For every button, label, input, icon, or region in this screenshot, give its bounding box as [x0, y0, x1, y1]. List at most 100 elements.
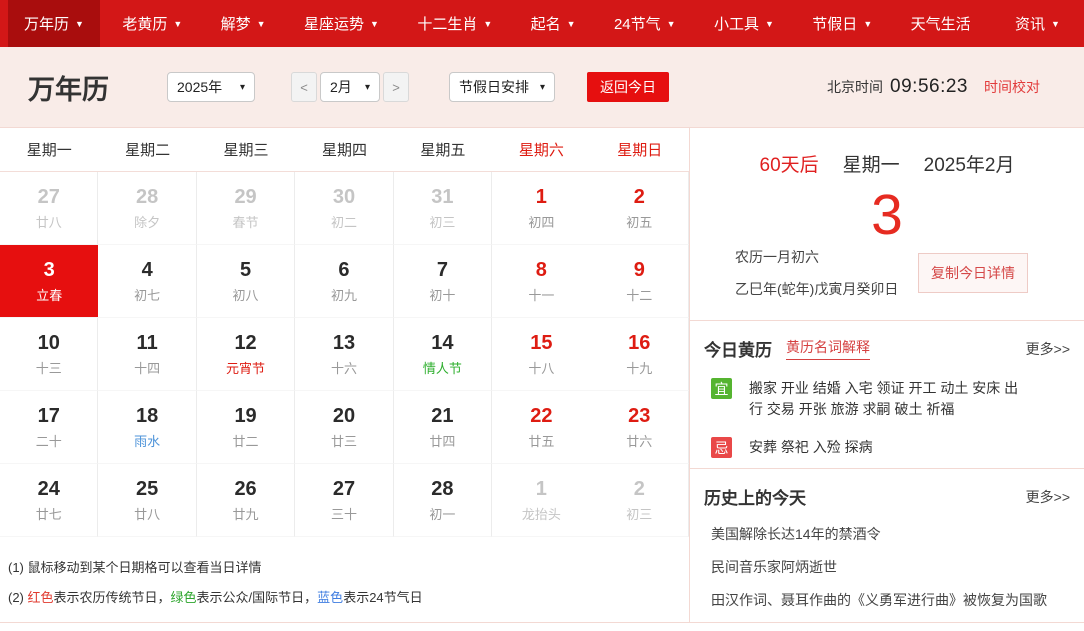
- time-calibrate-link[interactable]: 时间校对: [984, 77, 1040, 97]
- day-lunar-label: 初三: [429, 215, 456, 230]
- history-item[interactable]: 民间音乐家阿炳逝世: [704, 559, 1070, 575]
- history-item[interactable]: 美国解除长达14年的禁酒令: [704, 526, 1070, 542]
- day-lunar-label: 初三: [626, 507, 653, 522]
- nav-item-label: 老黄历: [122, 16, 168, 33]
- calendar-day-cell[interactable]: 27 廿八: [0, 172, 99, 245]
- nav-item[interactable]: 十二生肖 ▼: [401, 0, 508, 47]
- weekday-label: 星期日: [617, 142, 663, 159]
- day-number: 22: [530, 405, 553, 427]
- calendar-day-cell[interactable]: 5 初八: [196, 245, 296, 318]
- day-lunar-label: 廿九: [232, 507, 259, 522]
- nav-item[interactable]: 资讯 ▼: [999, 0, 1076, 47]
- calendar-day-cell[interactable]: 1 初四: [492, 172, 591, 245]
- chevron-down-icon: ▼: [173, 19, 183, 29]
- note2-seg2: 表示公众/国际节日，: [196, 590, 318, 605]
- day-number: 28: [136, 186, 159, 208]
- day-lunar-label: 廿七: [35, 507, 62, 522]
- calendar-day-cell[interactable]: 29 春节: [196, 172, 296, 245]
- day-lunar-label: 十九: [626, 361, 653, 376]
- day-number: 21: [431, 405, 454, 427]
- calendar-day-cell[interactable]: 25 廿八: [98, 464, 197, 537]
- calendar-day-cell[interactable]: 22 廿五: [492, 391, 591, 464]
- history-item[interactable]: 田汉作词、聂耳作曲的《义勇军进行曲》被恢复为国歌: [704, 592, 1070, 608]
- calendar-notes: (1) 鼠标移动到某个日期格可以查看当日详情 (2) 红色表示农历传统节日，绿色…: [0, 537, 689, 607]
- calendar-day-cell[interactable]: 23 廿六: [590, 391, 689, 464]
- back-to-today-button[interactable]: 返回今日: [587, 72, 669, 102]
- yi-badge: 宜: [711, 378, 732, 399]
- calendar-day-cell[interactable]: 2 初五: [590, 172, 689, 245]
- calendar-day-cell[interactable]: 30 初二: [295, 172, 394, 245]
- calendar-day-cell[interactable]: 17 二十: [0, 391, 99, 464]
- day-lunar-label: 除夕: [134, 215, 161, 230]
- calendar-day-cell[interactable]: 27 三十: [295, 464, 394, 537]
- yi-row: 宜 搬家 开业 结婚 入宅 领证 开工 动土 安床 出行 交易 开张 旅游 求嗣…: [704, 378, 1070, 420]
- month-select-value: 2月: [330, 79, 352, 95]
- calendar-day-cell[interactable]: 12 元宵节: [196, 318, 296, 391]
- calendar-day-cell[interactable]: 26 廿九: [196, 464, 296, 537]
- note-hover-hint: (1) 鼠标移动到某个日期格可以查看当日详情: [8, 560, 262, 575]
- day-lunar-label: 初五: [626, 215, 653, 230]
- calendar-day-cell[interactable]: 10 十三: [0, 318, 99, 391]
- calendar-day-cell[interactable]: 20 廿三: [295, 391, 394, 464]
- calendar-day-cell[interactable]: 3 立春: [0, 245, 99, 318]
- holiday-schedule-select[interactable]: 节假日安排 ▾: [449, 72, 555, 102]
- calendar-grid: 27 廿八 28 除夕 29 春节 30 初二 31 初三 1 初四 2 初五 …: [0, 172, 689, 537]
- huangli-more-link[interactable]: 更多>>: [1026, 339, 1070, 359]
- month-select[interactable]: 2月 ▾: [320, 72, 380, 102]
- select-caret-icon: ▾: [539, 81, 545, 93]
- calendar-day-cell[interactable]: 31 初三: [393, 172, 493, 245]
- huangli-glossary-link[interactable]: 黄历名词解释: [786, 337, 870, 360]
- day-lunar-label: 初九: [330, 288, 357, 303]
- nav-item[interactable]: 小工具 ▼: [698, 0, 790, 47]
- weekday-header-row: 星期一 星期二 星期三 星期四 星期五 星期六 星期日: [0, 128, 689, 172]
- nav-item-label: 资讯: [1015, 16, 1046, 33]
- calendar-day-cell[interactable]: 11 十四: [98, 318, 197, 391]
- copy-today-detail-button[interactable]: 复制今日详情: [918, 253, 1028, 293]
- nav-item[interactable]: 老黄历 ▼: [106, 0, 198, 47]
- calendar-day-cell[interactable]: 4 初七: [98, 245, 197, 318]
- calendar-toolbar: 万年历 2025年 ▾ < 2月 ▾ > 节假日安排 ▾ 返回今日 北京时间 0…: [0, 47, 1084, 128]
- calendar-day-cell[interactable]: 7 初十: [393, 245, 493, 318]
- calendar-day-cell[interactable]: 1 龙抬头: [492, 464, 591, 537]
- calendar-day-cell[interactable]: 15 十八: [492, 318, 591, 391]
- nav-item[interactable]: 起名 ▼: [515, 0, 592, 47]
- year-select[interactable]: 2025年 ▾: [167, 72, 255, 102]
- calendar-day-cell[interactable]: 2 初三: [590, 464, 689, 537]
- calendar-day-cell[interactable]: 28 初一: [393, 464, 493, 537]
- day-lunar-label: 十八: [528, 361, 555, 376]
- nav-item[interactable]: 万年历 ▼: [8, 0, 100, 47]
- calendar-day-cell[interactable]: 16 十九: [590, 318, 689, 391]
- prev-month-button[interactable]: <: [291, 72, 317, 102]
- day-number: 10: [37, 332, 60, 354]
- calendar-day-cell[interactable]: 24 廿七: [0, 464, 99, 537]
- calendar-day-cell[interactable]: 21 廿四: [393, 391, 493, 464]
- day-number: 15: [530, 332, 553, 354]
- calendar-day-cell[interactable]: 6 初九: [295, 245, 394, 318]
- calendar-day-cell[interactable]: 14 情人节: [393, 318, 493, 391]
- day-number: 23: [628, 405, 651, 427]
- nav-item[interactable]: 星座运势 ▼: [288, 0, 395, 47]
- history-list: 美国解除长达14年的禁酒令 民间音乐家阿炳逝世 田汉作词、聂耳作曲的《义勇军进行…: [704, 526, 1070, 608]
- day-lunar-label: 廿三: [330, 434, 357, 449]
- chevron-down-icon: ▼: [256, 19, 266, 29]
- next-month-button[interactable]: >: [383, 72, 409, 102]
- nav-item-label: 解梦: [220, 16, 251, 33]
- calendar-day-cell[interactable]: 18 雨水: [98, 391, 197, 464]
- calendar-day-cell[interactable]: 13 十六: [295, 318, 394, 391]
- calendar-day-cell[interactable]: 8 十一: [492, 245, 591, 318]
- nav-item[interactable]: 节假日 ▼: [796, 0, 888, 47]
- calendar-panel: 星期一 星期二 星期三 星期四 星期五 星期六 星期日 27 廿八 28 除夕 …: [0, 128, 690, 622]
- nav-item[interactable]: 解梦 ▼: [205, 0, 282, 47]
- history-more-link[interactable]: 更多>>: [1026, 487, 1070, 507]
- day-number: 1: [535, 478, 547, 500]
- chevron-down-icon: ▼: [764, 19, 774, 29]
- calendar-day-cell[interactable]: 9 十二: [590, 245, 689, 318]
- select-caret-icon: ▾: [239, 81, 245, 93]
- nav-item[interactable]: 天气生活: [895, 0, 993, 47]
- day-lunar-label: 初七: [134, 288, 161, 303]
- day-number: 11: [136, 332, 158, 354]
- nav-item[interactable]: 24节气 ▼: [598, 0, 692, 47]
- calendar-day-cell[interactable]: 28 除夕: [98, 172, 197, 245]
- day-number: 2: [633, 186, 645, 208]
- calendar-day-cell[interactable]: 19 廿二: [196, 391, 296, 464]
